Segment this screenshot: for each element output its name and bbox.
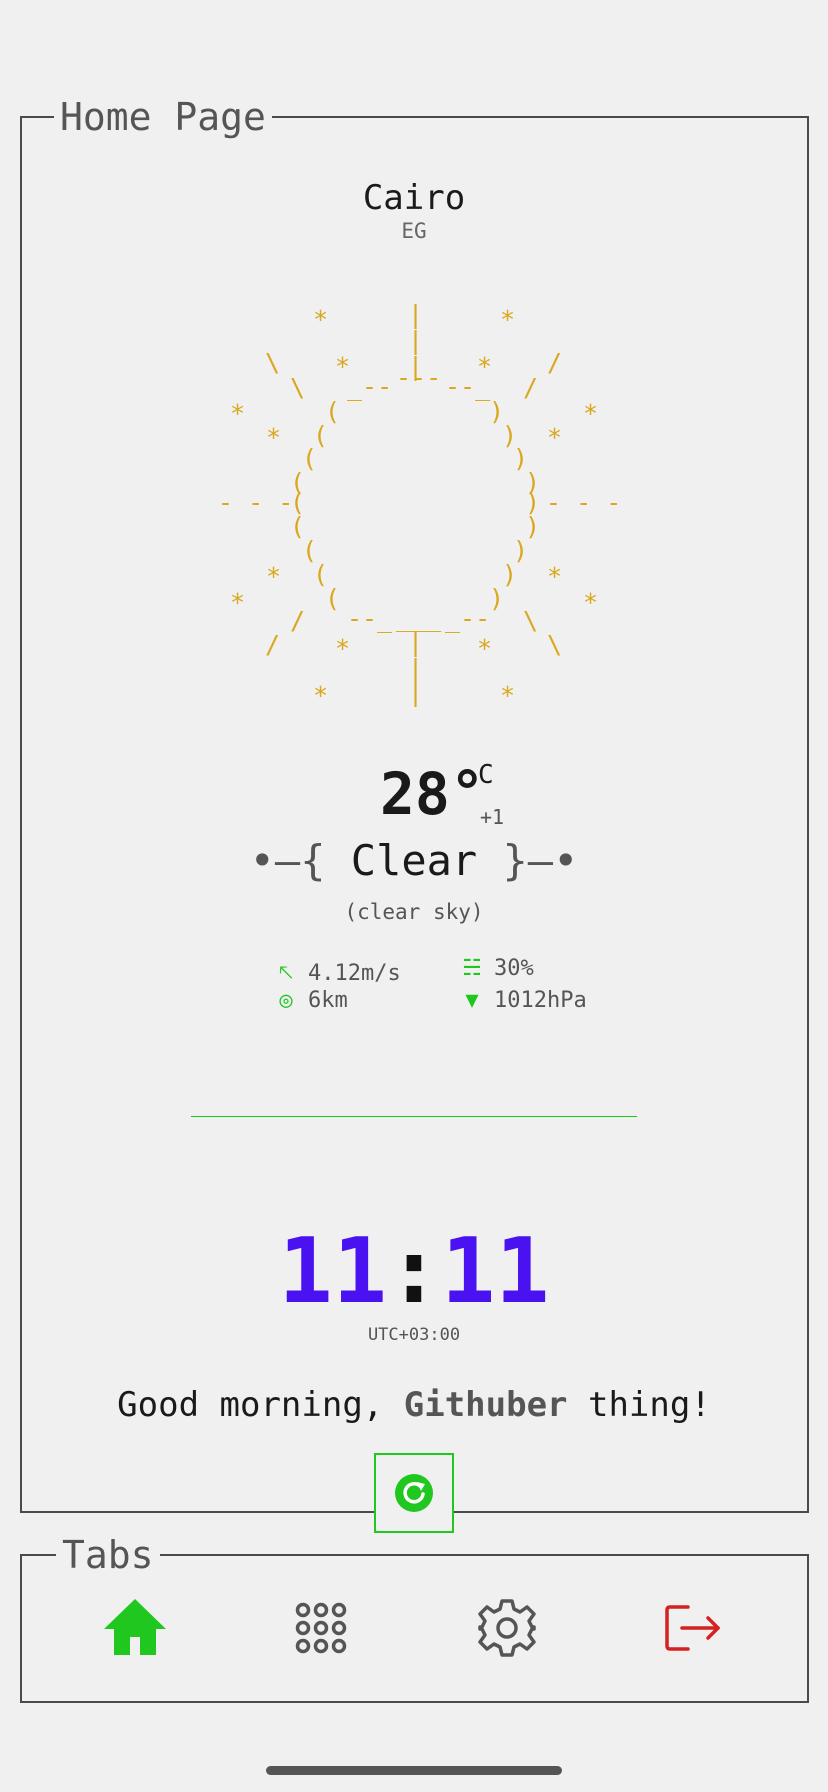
refresh-button[interactable] [374,1453,454,1533]
clock-separator: : [386,1219,442,1324]
humidity-value: 30% [494,956,534,981]
greeting-name: Githuber [403,1385,568,1425]
tab-settings[interactable] [472,1593,542,1663]
condition-right-deco: }–• [502,836,579,885]
humidity-stat: ☵ 30% [458,956,534,981]
gear-icon [478,1599,536,1657]
tabs-legend: Tabs [56,1535,160,1575]
refresh-icon [395,1474,433,1512]
clock-minutes: 11 [441,1219,550,1324]
condition-description: (clear sky) [344,900,484,924]
condition-line: •–{ Clear }–• [0,836,828,885]
home-indicator [266,1766,562,1775]
tab-apps[interactable] [286,1593,356,1663]
pressure-stat: ▼ 1012hPa [458,988,587,1013]
temperature-value: 28 [380,760,450,828]
divider [191,1116,637,1117]
condition-text: Clear [350,836,478,885]
logout-icon [665,1605,720,1651]
greeting-prefix: Good morning, [117,1385,404,1425]
tab-home[interactable] [100,1593,170,1663]
sun-ascii-art: * * | | | \ * * / \ _-- --- --_ / * ( ) … [218,300,622,710]
greeting: Good morning, Githuber thing! [0,1385,828,1425]
tab-logout[interactable] [658,1593,728,1663]
wind-speed: 4.12m/s [308,961,401,986]
clock: 11:11 [0,1222,828,1322]
visibility-value: 6km [308,988,348,1013]
temperature-unit: C [478,760,494,790]
clock-hours: 11 [278,1219,387,1324]
greeting-suffix: thing! [567,1385,711,1425]
feels-like-offset: +1 [480,805,505,829]
timezone-label: UTC+03:00 [367,1325,461,1345]
visibility-icon: ◎ [279,988,293,1013]
temperature-block: 28° [380,758,485,828]
pressure-value: 1012hPa [494,988,587,1013]
home-icon [104,1599,166,1655]
apps-grid-icon [295,1602,347,1654]
humidity-icon: ☵ [462,956,482,981]
pressure-icon: ▼ [465,988,479,1013]
condition-left-deco: •–{ [249,836,326,885]
visibility-stat: ◎ 6km [272,988,348,1013]
